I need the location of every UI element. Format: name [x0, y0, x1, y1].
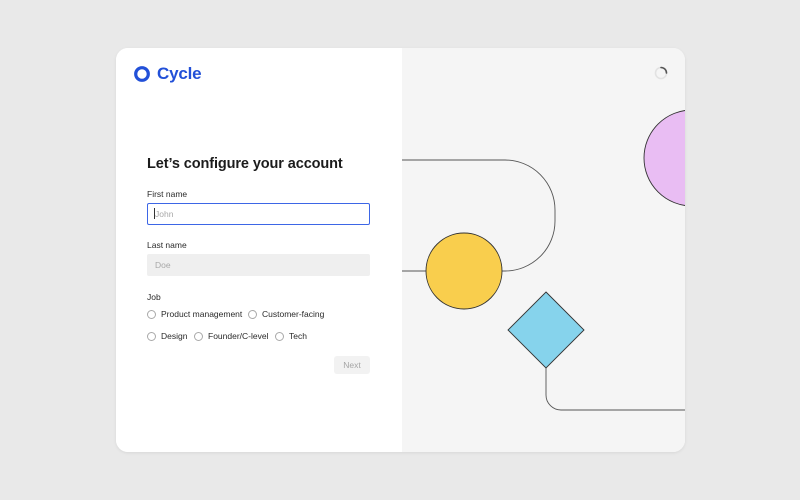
brand-name: Cycle: [157, 64, 202, 83]
radio-circle[interactable]: [275, 331, 284, 341]
form-panel: Cycle Let’s configure your account First…: [116, 48, 402, 452]
cycle-logo-icon: [134, 66, 150, 82]
connector-line-bottom: [545, 367, 685, 411]
last-name-input[interactable]: [147, 254, 370, 276]
job-option-customer-facing[interactable]: Customer-facing: [248, 309, 324, 319]
page-title: Let’s configure your account: [147, 156, 343, 172]
radio-circle[interactable]: [194, 331, 203, 341]
pink-circle-shape: [643, 110, 685, 206]
blue-diamond-shape: [507, 291, 585, 369]
job-option-product-management[interactable]: Product management: [147, 309, 242, 319]
next-button[interactable]: Next: [334, 356, 370, 374]
illustration-panel: [402, 48, 685, 452]
job-option-label: Customer-facing: [262, 309, 325, 319]
job-option-tech[interactable]: Tech: [275, 331, 307, 341]
last-name-label: Last name: [147, 240, 187, 250]
job-option-design[interactable]: Design: [147, 331, 187, 341]
job-option-label: Founder/C-level: [208, 331, 269, 341]
first-name-label: First name: [147, 189, 188, 199]
text-cursor: [154, 208, 155, 219]
onboarding-card: Cycle Let’s configure your account First…: [116, 48, 685, 452]
brand-logo: Cycle: [133, 64, 202, 83]
radio-circle[interactable]: [248, 309, 257, 319]
radio-circle[interactable]: [147, 309, 156, 319]
first-name-input[interactable]: [147, 203, 370, 225]
job-option-label: Product management: [161, 309, 243, 319]
onboarding-illustration: [402, 110, 685, 411]
radio-circle[interactable]: [147, 331, 156, 341]
job-option-founder[interactable]: Founder/C-level: [194, 331, 268, 341]
job-option-label: Tech: [289, 331, 307, 341]
job-option-label: Design: [161, 331, 188, 341]
loading-spinner-icon: [654, 66, 668, 80]
yellow-circle-shape: [425, 232, 503, 310]
job-label: Job: [147, 292, 161, 302]
